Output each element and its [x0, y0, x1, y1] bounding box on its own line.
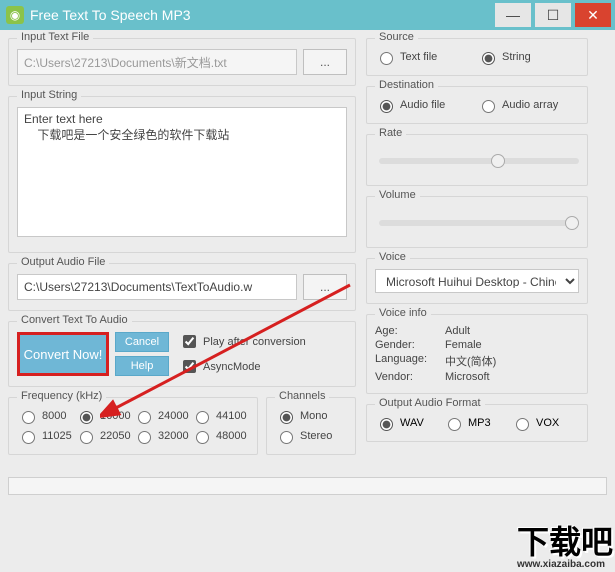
frequency-option-22050[interactable]: 22050 [75, 428, 133, 444]
cancel-button[interactable]: Cancel [115, 332, 169, 352]
watermark: 下载吧 www.xiazaiba.com [517, 517, 613, 570]
volume-slider[interactable] [379, 220, 579, 226]
age-value: Adult [445, 325, 579, 337]
rate-legend: Rate [375, 127, 406, 139]
help-button[interactable]: Help [115, 356, 169, 376]
output-format-group: Output Audio Format WAVMP3VOX [366, 404, 588, 442]
voice-info-group: Voice info Age:Adult Gender:Female Langu… [366, 314, 588, 394]
voice-group: Voice Microsoft Huihui Desktop - Chinese… [366, 258, 588, 304]
frequency-option-44100[interactable]: 44100 [191, 408, 249, 424]
source-legend: Source [375, 31, 418, 43]
output-format-option-wav[interactable]: WAV [375, 415, 443, 431]
titlebar: ◉ Free Text To Speech MP3 — ☐ ✕ [0, 0, 615, 30]
rate-group: Rate [366, 134, 588, 186]
gender-label: Gender: [375, 339, 445, 351]
close-button[interactable]: ✕ [575, 3, 611, 27]
frequency-option-8000[interactable]: 8000 [17, 408, 75, 424]
convert-group: Convert Text To Audio Convert Now! Cance… [8, 321, 356, 387]
channels-group: Channels MonoStereo [266, 397, 356, 455]
input-string-legend: Input String [17, 89, 81, 101]
input-text-file-group: Input Text File ... [8, 38, 356, 86]
input-file-browse-button[interactable]: ... [303, 49, 347, 75]
frequency-option-11025[interactable]: 11025 [17, 428, 75, 444]
output-audio-file-legend: Output Audio File [17, 256, 109, 268]
convert-legend: Convert Text To Audio [17, 314, 132, 326]
gender-value: Female [445, 339, 579, 351]
output-audio-file-path[interactable] [17, 274, 297, 300]
frequency-option-16000[interactable]: 16000 [75, 408, 133, 424]
frequency-legend: Frequency (kHz) [17, 390, 106, 402]
source-option-string[interactable]: String [477, 49, 579, 65]
volume-group: Volume [366, 196, 588, 248]
output-format-option-vox[interactable]: VOX [511, 415, 579, 431]
destination-option-audio-file[interactable]: Audio file [375, 97, 477, 113]
output-format-option-mp3[interactable]: MP3 [443, 415, 511, 431]
async-mode-checkbox[interactable]: AsyncMode [179, 357, 306, 376]
rate-slider[interactable] [379, 158, 579, 164]
channels-option-mono[interactable]: Mono [275, 408, 347, 424]
frequency-option-24000[interactable]: 24000 [133, 408, 191, 424]
language-label: Language: [375, 353, 445, 369]
frequency-group: Frequency (kHz) 800016000240004410011025… [8, 397, 258, 455]
vendor-label: Vendor: [375, 371, 445, 383]
destination-option-audio-array[interactable]: Audio array [477, 97, 579, 113]
app-title: Free Text To Speech MP3 [30, 7, 191, 23]
destination-legend: Destination [375, 79, 438, 91]
output-audio-file-group: Output Audio File ... [8, 263, 356, 311]
progress-bar [8, 477, 607, 495]
input-text-file-path[interactable] [17, 49, 297, 75]
input-text-file-legend: Input Text File [17, 31, 93, 43]
vendor-value: Microsoft [445, 371, 579, 383]
frequency-option-48000[interactable]: 48000 [191, 428, 249, 444]
play-after-checkbox[interactable]: Play after conversion [179, 332, 306, 351]
voice-info-legend: Voice info [375, 307, 431, 319]
input-string-group: Input String Enter text here 下载吧是一个安全绿色的… [8, 96, 356, 253]
age-label: Age: [375, 325, 445, 337]
app-icon: ◉ [6, 6, 24, 24]
destination-group: Destination Audio fileAudio array [366, 86, 588, 124]
convert-now-button[interactable]: Convert Now! [17, 332, 109, 376]
voice-legend: Voice [375, 251, 410, 263]
minimize-button[interactable]: — [495, 3, 531, 27]
frequency-option-32000[interactable]: 32000 [133, 428, 191, 444]
channels-legend: Channels [275, 390, 329, 402]
output-file-browse-button[interactable]: ... [303, 274, 347, 300]
maximize-button[interactable]: ☐ [535, 3, 571, 27]
language-value: 中文(简体) [445, 353, 579, 369]
channels-option-stereo[interactable]: Stereo [275, 428, 347, 444]
voice-select[interactable]: Microsoft Huihui Desktop - Chinese (Sim [375, 269, 579, 293]
source-group: Source Text fileString [366, 38, 588, 76]
input-string-textarea[interactable]: Enter text here 下载吧是一个安全绿色的软件下载站 [17, 107, 347, 237]
source-option-text-file[interactable]: Text file [375, 49, 477, 65]
volume-legend: Volume [375, 189, 420, 201]
output-format-legend: Output Audio Format [375, 397, 485, 409]
